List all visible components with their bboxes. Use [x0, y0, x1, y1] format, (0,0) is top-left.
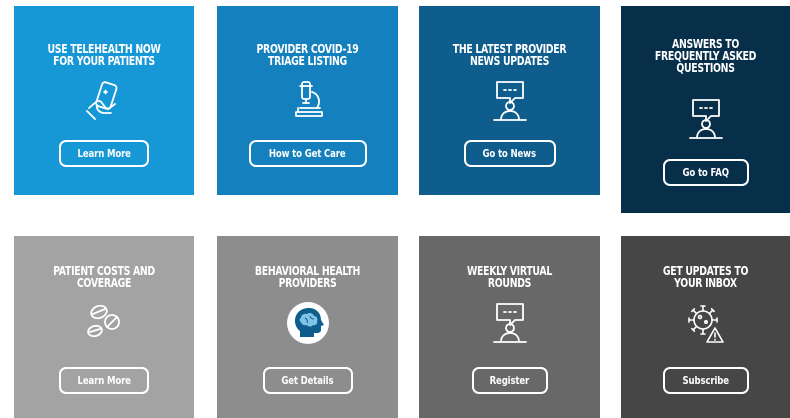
hand-holding-phone-icon — [82, 78, 126, 122]
get-details-button[interactable]: Get Details — [262, 367, 353, 394]
learn-more-button[interactable]: Learn More — [59, 140, 149, 167]
register-button[interactable]: Register — [471, 367, 548, 394]
tile-telehealth: USE TELEHEALTH NOW FOR YOUR PATIENTS Lea… — [14, 6, 194, 195]
go-to-news-button[interactable]: Go to News — [463, 140, 556, 167]
tile-title: BEHAVIORAL HEALTH PROVIDERS — [254, 264, 361, 290]
tile-virtual-rounds: WEEKLY VIRTUAL ROUNDS Register — [419, 236, 600, 418]
presenter-speech-bubble-icon — [684, 96, 728, 140]
tile-inbox-updates: GET UPDATES TO YOUR INBOX Subscribe — [621, 236, 790, 418]
tile-behavioral-health: BEHAVIORAL HEALTH PROVIDERS Get Details — [217, 236, 398, 418]
head-brain-icon — [286, 301, 330, 345]
presenter-speech-bubble-icon — [488, 300, 532, 344]
subscribe-button[interactable]: Subscribe — [662, 367, 749, 394]
how-to-get-care-button[interactable]: How to Get Care — [248, 140, 367, 167]
virus-warning-icon — [684, 301, 728, 345]
microscope-icon — [286, 78, 330, 122]
tile-faq: ANSWERS TO FREQUENTLY ASKED QUESTIONS Go… — [621, 6, 790, 213]
tile-triage-listing: PROVIDER COVID-19 TRIAGE LISTING How to … — [217, 6, 398, 195]
presenter-speech-bubble-icon — [488, 78, 532, 122]
tile-title: USE TELEHEALTH NOW FOR YOUR PATIENTS — [47, 42, 161, 68]
tile-provider-news: THE LATEST PROVIDER NEWS UPDATES Go to N… — [419, 6, 600, 195]
tile-title: ANSWERS TO FREQUENTLY ASKED QUESTIONS — [654, 37, 757, 75]
tile-title: PATIENT COSTS AND COVERAGE — [53, 264, 155, 290]
tile-title: GET UPDATES TO YOUR INBOX — [662, 264, 749, 290]
tile-patient-costs: PATIENT COSTS AND COVERAGE Learn More — [14, 236, 194, 418]
go-to-faq-button[interactable]: Go to FAQ — [662, 159, 749, 186]
tile-title: PROVIDER COVID-19 TRIAGE LISTING — [256, 42, 359, 68]
pills-icon — [82, 300, 126, 344]
learn-more-button[interactable]: Learn More — [59, 367, 149, 394]
tile-title: WEEKLY VIRTUAL ROUNDS — [467, 264, 552, 290]
tile-title: THE LATEST PROVIDER NEWS UPDATES — [452, 42, 567, 68]
